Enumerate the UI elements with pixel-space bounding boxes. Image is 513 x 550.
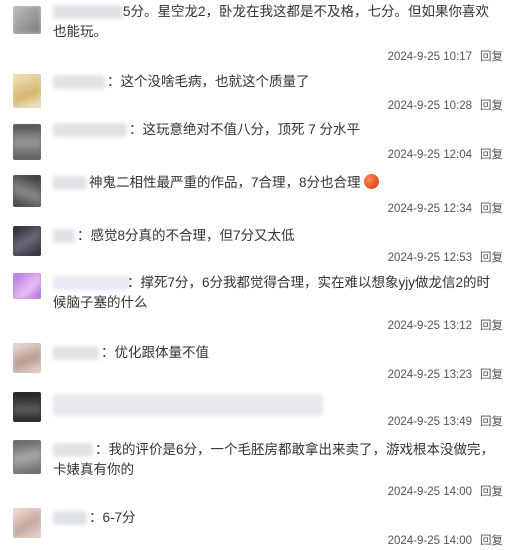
comment-text: ：优化跟体量不值 bbox=[53, 343, 501, 363]
comment-meta: 2024-9-25 12:34 回复 bbox=[388, 200, 503, 216]
comment-body: ：6-7分 bbox=[89, 510, 136, 525]
timestamp: 2024-9-25 14:00 bbox=[387, 535, 472, 547]
timestamp: 2024-9-25 12:34 bbox=[387, 203, 472, 215]
comment-text: ：6-7分 bbox=[53, 508, 501, 528]
reply-button[interactable]: 回复 bbox=[480, 369, 503, 381]
comment-meta: 2024-9-25 13:23 回复 bbox=[388, 366, 503, 382]
comment-meta: 2024-9-25 14:00 回复 bbox=[388, 483, 503, 499]
comment-body: 5分。星空龙2，卧龙在我这都是不及格，七分。但如果你喜欢也能玩。 bbox=[53, 4, 490, 39]
comment-text: ：这个没啥毛病，也就这个质量了 bbox=[53, 72, 501, 92]
comment-item: ：这个没啥毛病，也就这个质量了 2024-9-25 10:28 回复 bbox=[0, 72, 513, 116]
comment-meta: 2024-9-25 13:49 回复 bbox=[388, 413, 503, 429]
reply-button[interactable]: 回复 bbox=[480, 486, 503, 498]
timestamp: 2024-9-25 13:23 bbox=[387, 369, 472, 381]
comment-item: ：我的评价是6分，一个毛胚房都敢拿出来卖了，游戏根本没做完，卡婊真有你的 202… bbox=[0, 440, 513, 502]
reply-button[interactable]: 回复 bbox=[480, 320, 503, 332]
timestamp: 2024-9-25 10:28 bbox=[387, 100, 472, 112]
reply-button[interactable]: 回复 bbox=[480, 51, 503, 63]
comment-item: 5分。星空龙2，卧龙在我这都是不及格，七分。但如果你喜欢也能玩。 2024-9-… bbox=[0, 2, 513, 64]
avatar[interactable] bbox=[13, 392, 41, 422]
comment-body: ：感觉8分真的不合理，但7分又太低 bbox=[77, 228, 295, 243]
timestamp: 2024-9-25 12:04 bbox=[387, 149, 472, 161]
comment-text: ：感觉8分真的不合理，但7分又太低 bbox=[53, 226, 501, 246]
timestamp: 2024-9-25 10:17 bbox=[387, 51, 472, 63]
comment-body: ：这个没啥毛病，也就这个质量了 bbox=[107, 74, 310, 89]
avatar[interactable] bbox=[13, 74, 41, 108]
avatar[interactable] bbox=[13, 124, 41, 160]
avatar[interactable] bbox=[13, 508, 41, 538]
comment-item: ：撑死7分，6分我都觉得合理，实在难以想象yjy做龙信2的时候脑子塞的什么 20… bbox=[0, 273, 513, 337]
emoji-icon bbox=[363, 174, 379, 189]
comment-meta: 2024-9-25 14:00 回复 bbox=[388, 532, 503, 548]
avatar[interactable] bbox=[13, 440, 41, 474]
comment-meta: 2024-9-25 12:04 回复 bbox=[388, 146, 503, 162]
comment-body: 神鬼二相性最严重的作品，7合理，8分也合理 bbox=[89, 175, 361, 190]
comment-meta: 2024-9-25 10:17 回复 bbox=[388, 48, 503, 64]
comment-text: ：这玩意绝对不值八分，顶死 7 分水平 bbox=[53, 120, 501, 140]
comment-item: ：6-7分 2024-9-25 14:00 回复 bbox=[0, 508, 513, 550]
comment-item: 2024-9-25 13:49 回复 bbox=[0, 390, 513, 430]
avatar[interactable] bbox=[13, 273, 41, 299]
timestamp: 2024-9-25 13:49 bbox=[387, 416, 472, 428]
reply-button[interactable]: 回复 bbox=[480, 252, 503, 264]
comment-list: 5分。星空龙2，卧龙在我这都是不及格，七分。但如果你喜欢也能玩。 2024-9-… bbox=[0, 0, 513, 550]
comment-item: ：这玩意绝对不值八分，顶死 7 分水平 2024-9-25 12:04 回复 bbox=[0, 120, 513, 164]
comment-item: ：感觉8分真的不合理，但7分又太低 2024-9-25 12:53 回复 bbox=[0, 226, 513, 270]
avatar[interactable] bbox=[13, 343, 41, 373]
comment-body: ：撑死7分，6分我都觉得合理，实在难以想象yjy做龙信2的时候脑子塞的什么 bbox=[53, 275, 491, 310]
comment-item: 神鬼二相性最严重的作品，7合理，8分也合理 2024-9-25 12:34 回复 bbox=[0, 173, 513, 217]
comment-text: ：我的评价是6分，一个毛胚房都敢拿出来卖了，游戏根本没做完，卡婊真有你的 bbox=[53, 440, 501, 480]
comment-body: ：优化跟体量不值 bbox=[101, 345, 209, 360]
comment-body: ：我的评价是6分，一个毛胚房都敢拿出来卖了，游戏根本没做完，卡婊真有你的 bbox=[53, 442, 495, 477]
comment-meta: 2024-9-25 12:53 回复 bbox=[388, 249, 503, 265]
reply-button[interactable]: 回复 bbox=[480, 100, 503, 112]
avatar[interactable] bbox=[13, 226, 41, 256]
reply-button[interactable]: 回复 bbox=[480, 535, 503, 547]
reply-button[interactable]: 回复 bbox=[480, 149, 503, 161]
timestamp: 2024-9-25 13:12 bbox=[387, 320, 472, 332]
comment-text: ：撑死7分，6分我都觉得合理，实在难以想象yjy做龙信2的时候脑子塞的什么 bbox=[53, 273, 501, 313]
comment-meta: 2024-9-25 13:12 回复 bbox=[388, 317, 503, 333]
avatar[interactable] bbox=[13, 6, 41, 34]
comment-text: 5分。星空龙2，卧龙在我这都是不及格，七分。但如果你喜欢也能玩。 bbox=[53, 2, 501, 42]
avatar[interactable] bbox=[13, 175, 41, 207]
reply-button[interactable]: 回复 bbox=[480, 416, 503, 428]
comment-body: ：这玩意绝对不值八分，顶死 7 分水平 bbox=[129, 122, 361, 137]
reply-button[interactable]: 回复 bbox=[480, 203, 503, 215]
comment-meta: 2024-9-25 10:28 回复 bbox=[388, 97, 503, 113]
comment-text: 神鬼二相性最严重的作品，7合理，8分也合理 bbox=[53, 173, 501, 193]
username[interactable] bbox=[53, 394, 323, 416]
timestamp: 2024-9-25 12:53 bbox=[387, 252, 472, 264]
comment-item: ：优化跟体量不值 2024-9-25 13:23 回复 bbox=[0, 343, 513, 383]
timestamp: 2024-9-25 14:00 bbox=[387, 486, 472, 498]
